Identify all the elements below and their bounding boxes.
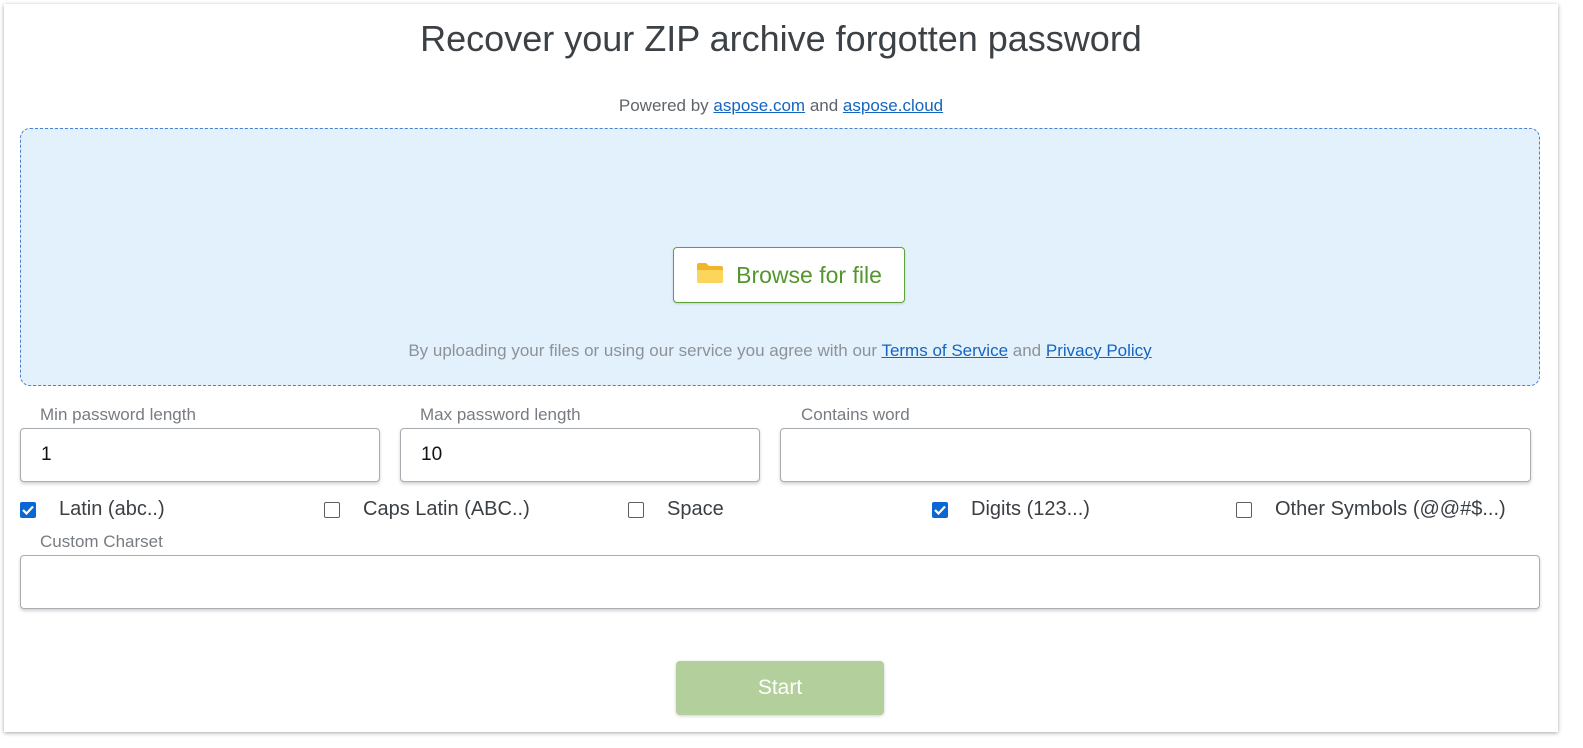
min-length-input[interactable] xyxy=(20,428,380,482)
aspose-cloud-link[interactable]: aspose.cloud xyxy=(843,96,943,115)
file-dropzone[interactable]: Browse for file By uploading your files … xyxy=(20,128,1540,386)
terms-notice: By uploading your files or using our ser… xyxy=(21,341,1539,361)
page-title: Recover your ZIP archive forgotten passw… xyxy=(420,18,1142,59)
checkbox-space[interactable]: Space xyxy=(628,498,724,521)
powered-prefix: Powered by xyxy=(618,96,709,115)
caps-latin-checkbox-box[interactable] xyxy=(324,501,340,518)
space-checkbox-box[interactable] xyxy=(628,501,644,518)
folder-icon xyxy=(696,262,724,289)
checkmark-icon xyxy=(934,505,946,515)
checkbox-caps-latin[interactable]: Caps Latin (ABC..) xyxy=(324,498,530,521)
latin-label: Latin (abc..) xyxy=(59,498,165,520)
terms-of-service-link[interactable]: Terms of Service xyxy=(881,341,1008,360)
browse-label: Browse for file xyxy=(736,261,882,288)
start-button[interactable]: Start xyxy=(676,661,884,715)
charset-options: Latin (abc..) Caps Latin (ABC..) Space D… xyxy=(20,498,1540,522)
checkbox-other-symbols[interactable]: Other Symbols (@@#$...) xyxy=(1236,498,1506,521)
latin-checkbox-box[interactable] xyxy=(20,501,36,518)
max-length-input[interactable] xyxy=(400,428,760,482)
checkbox-digits[interactable]: Digits (123...) xyxy=(932,498,1090,521)
privacy-policy-link[interactable]: Privacy Policy xyxy=(1046,341,1152,360)
terms-prefix: By uploading your files or using our ser… xyxy=(408,341,878,360)
space-label: Space xyxy=(667,498,724,520)
contains-word-label: Contains word xyxy=(801,405,910,424)
powered-and: and xyxy=(809,96,839,115)
powered-by: Powered by aspose.com and aspose.cloud xyxy=(4,96,1558,116)
terms-and: and xyxy=(1012,341,1042,360)
caps-latin-label: Caps Latin (ABC..) xyxy=(363,498,530,520)
aspose-com-link[interactable]: aspose.com xyxy=(713,96,805,115)
custom-charset-label: Custom Charset xyxy=(40,532,163,551)
app-frame: Recover your ZIP archive forgotten passw… xyxy=(4,4,1558,732)
digits-label: Digits (123...) xyxy=(971,498,1090,520)
digits-checkbox-box[interactable] xyxy=(932,501,948,518)
checkbox-latin[interactable]: Latin (abc..) xyxy=(20,498,165,521)
checkmark-icon xyxy=(22,505,34,515)
contains-word-input[interactable] xyxy=(780,428,1531,482)
browse-file-button[interactable]: Browse for file xyxy=(673,247,905,303)
min-length-label: Min password length xyxy=(40,405,196,424)
custom-charset-input[interactable] xyxy=(20,555,1540,609)
other-symbols-label: Other Symbols (@@#$...) xyxy=(1275,498,1506,520)
other-symbols-checkbox-box[interactable] xyxy=(1236,501,1252,518)
max-length-label: Max password length xyxy=(420,405,581,424)
